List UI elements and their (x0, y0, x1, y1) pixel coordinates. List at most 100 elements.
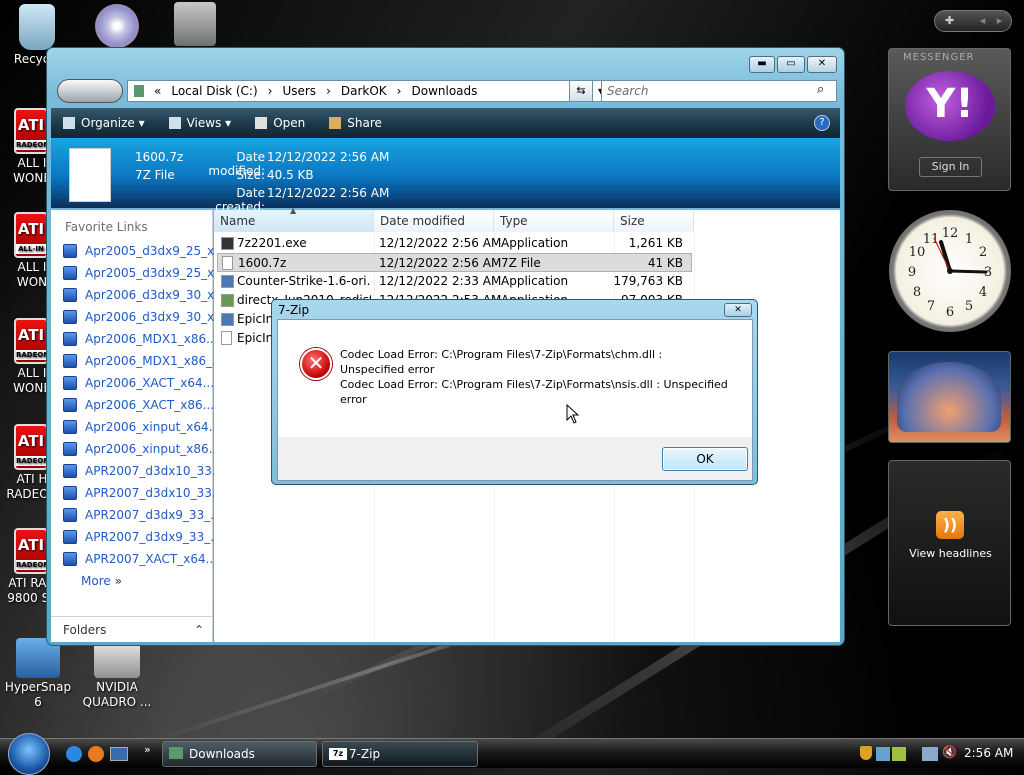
share-button[interactable]: Share (329, 116, 382, 130)
chevron-up-icon: ⌃ (193, 623, 204, 637)
favorite-link[interactable]: Apr2006_MDX1_x86.... (51, 328, 221, 350)
open-icon (255, 117, 268, 129)
favorite-link[interactable]: Apr2006_XACT_x64.... (51, 372, 218, 394)
back-forward-buttons[interactable] (57, 79, 123, 103)
installer-icon (63, 398, 77, 412)
favorite-link[interactable]: APR2007_d3dx9_33_... (51, 504, 222, 526)
details-type: 7Z File (135, 168, 175, 182)
favorite-link[interactable]: APR2007_d3dx10_33... (51, 460, 223, 482)
ati-radeon-icon: ATI RADEON (14, 528, 49, 574)
network-icon[interactable] (922, 747, 938, 761)
breadcrumb-item[interactable]: Local Disk (C:) (171, 84, 257, 98)
quick-launch-desktop-icon[interactable] (110, 747, 128, 761)
clock-gadget: 12 1 2 345 678 9 10 11 (889, 210, 1011, 332)
favorite-link[interactable]: Apr2006_d3dx9_30_x... (51, 306, 226, 328)
search-input[interactable]: Search (601, 80, 837, 102)
next-icon[interactable]: ▸ (997, 14, 1003, 27)
organize-button[interactable]: Organize ▾ (63, 116, 145, 130)
slideshow-gadget[interactable] (888, 351, 1011, 443)
table-row[interactable]: 7z2201.exe 12/12/2022 2:56 AM Applicatio… (217, 234, 692, 253)
slideshow-photo (897, 362, 1001, 432)
table-row[interactable]: Counter-Strike-1.6-ori... 12/12/2022 2:3… (217, 272, 692, 291)
favorite-link[interactable]: Apr2005_d3dx9_25_x... (51, 240, 226, 262)
favorite-link[interactable]: APR2007_d3dx9_33_... (51, 526, 222, 548)
folder-icon (134, 85, 144, 97)
column-header-type[interactable]: Type (494, 210, 614, 232)
more-link[interactable]: More » (51, 570, 212, 592)
column-header-size[interactable]: Size (614, 210, 694, 232)
svg-text:4: 4 (979, 285, 987, 300)
ati-radeon-icon: ATI RADEON (14, 318, 49, 364)
taskbar-button-downloads[interactable]: Downloads (162, 741, 317, 767)
desktop-icon-disc[interactable] (82, 4, 152, 50)
minimize-button[interactable]: ▬ (749, 56, 775, 73)
address-bar[interactable]: « Local Disk (C:) › Users › DarkOK › Dow… (127, 80, 611, 102)
ati-radeon-icon: ATI RADEON (14, 424, 49, 470)
clock[interactable]: 2:56 AM (964, 746, 1013, 760)
installer-icon (63, 420, 77, 434)
desktop-icon-counter-strike[interactable] (160, 2, 230, 48)
desktop-icon-nvidia[interactable]: NVIDIA QUADRO ... (82, 638, 152, 710)
svg-text:10: 10 (909, 245, 926, 260)
favorite-link[interactable]: APR2007_d3dx10_33... (51, 482, 223, 504)
ok-button[interactable]: OK (662, 447, 748, 471)
start-button[interactable] (8, 733, 50, 775)
file-thumbnail-icon (69, 148, 111, 202)
favorite-link[interactable]: Apr2005_d3dx9_25_x... (51, 262, 226, 284)
favorite-link[interactable]: Apr2006_xinput_x86.... (51, 438, 224, 460)
refresh-button[interactable]: ⇆ (569, 80, 593, 102)
breadcrumb-separator-icon: › (267, 84, 273, 98)
system-tray: 🔇 2:56 AM (852, 739, 1024, 769)
maximize-button[interactable]: ▭ (777, 56, 805, 73)
volume-muted-icon[interactable]: 🔇 (942, 745, 957, 759)
breadcrumb-item[interactable]: DarkOK (341, 84, 387, 98)
tray-app-icon[interactable] (892, 747, 906, 761)
close-button[interactable]: ✕ (807, 56, 837, 73)
favorite-link[interactable]: Apr2006_MDX1_x86_... (51, 350, 224, 372)
installer-icon (63, 552, 77, 566)
desktop-icon-label: NVIDIA QUADRO ... (82, 680, 152, 709)
folders-bar[interactable]: Folders ⌃ (51, 616, 212, 642)
security-shield-icon[interactable] (860, 746, 872, 760)
yahoo-logo-icon: Y! (905, 71, 995, 141)
add-gadget-icon[interactable]: ✚ (945, 14, 954, 27)
quick-launch-chevron-icon[interactable]: » (144, 743, 151, 756)
open-button[interactable]: Open (255, 116, 305, 130)
tray-app-icon[interactable] (876, 747, 890, 761)
sign-in-button[interactable]: Sign In (919, 157, 982, 177)
breadcrumb-separator-icon: › (396, 84, 402, 98)
table-row-selected[interactable]: 1600.7z 12/12/2022 2:56 AM 7Z File 41 KB (217, 253, 692, 272)
application-icon (221, 294, 234, 307)
favorite-link[interactable]: Apr2006_d3dx9_30_x... (51, 284, 226, 306)
favorite-link[interactable]: Apr2006_xinput_x64.... (51, 416, 224, 438)
favorite-link[interactable]: APR2007_XACT_x64.... (51, 548, 221, 570)
details-size-label: Size: (236, 168, 265, 182)
breadcrumb-item[interactable]: Users (282, 84, 316, 98)
taskbar: » Downloads 7z 7-Zip 🔇 2:56 AM (0, 733, 1024, 775)
search-icon[interactable]: ⌕ (817, 82, 824, 97)
installer-icon (63, 530, 77, 544)
view-headlines-link[interactable]: View headlines (889, 547, 1012, 560)
column-header-date[interactable]: Date modified (374, 210, 494, 232)
views-button[interactable]: Views ▾ (168, 116, 231, 130)
quick-launch-ie-icon[interactable] (66, 746, 82, 762)
dialog-message-area: ✕ Codec Load Error: C:\Program Files\7-Z… (278, 320, 752, 437)
svg-text:5: 5 (965, 299, 973, 314)
rss-icon: )) (936, 511, 964, 539)
desktop-icon-hypersnap[interactable]: HyperSnap 6 (3, 638, 73, 710)
installer-icon (63, 442, 77, 456)
counter-strike-icon (174, 2, 216, 46)
installer-icon (63, 310, 77, 324)
error-icon: ✕ (300, 348, 332, 380)
taskbar-button-7zip[interactable]: 7z 7-Zip (322, 741, 478, 767)
previous-icon[interactable]: ◂ (980, 14, 986, 27)
breadcrumb-item[interactable]: Downloads (411, 84, 477, 98)
dialog-close-button[interactable]: ✕ (724, 303, 752, 317)
ati-all-in-wonder-icon: ATI ALL-IN (14, 212, 48, 258)
quick-launch-firefox-icon[interactable] (88, 746, 104, 762)
exe-icon (221, 237, 234, 250)
sort-arrow-icon: ▲ (290, 206, 297, 215)
help-icon[interactable]: ? (814, 115, 830, 131)
recycle-bin-icon (19, 4, 55, 50)
favorite-link[interactable]: Apr2006_XACT_x86.... (51, 394, 218, 416)
